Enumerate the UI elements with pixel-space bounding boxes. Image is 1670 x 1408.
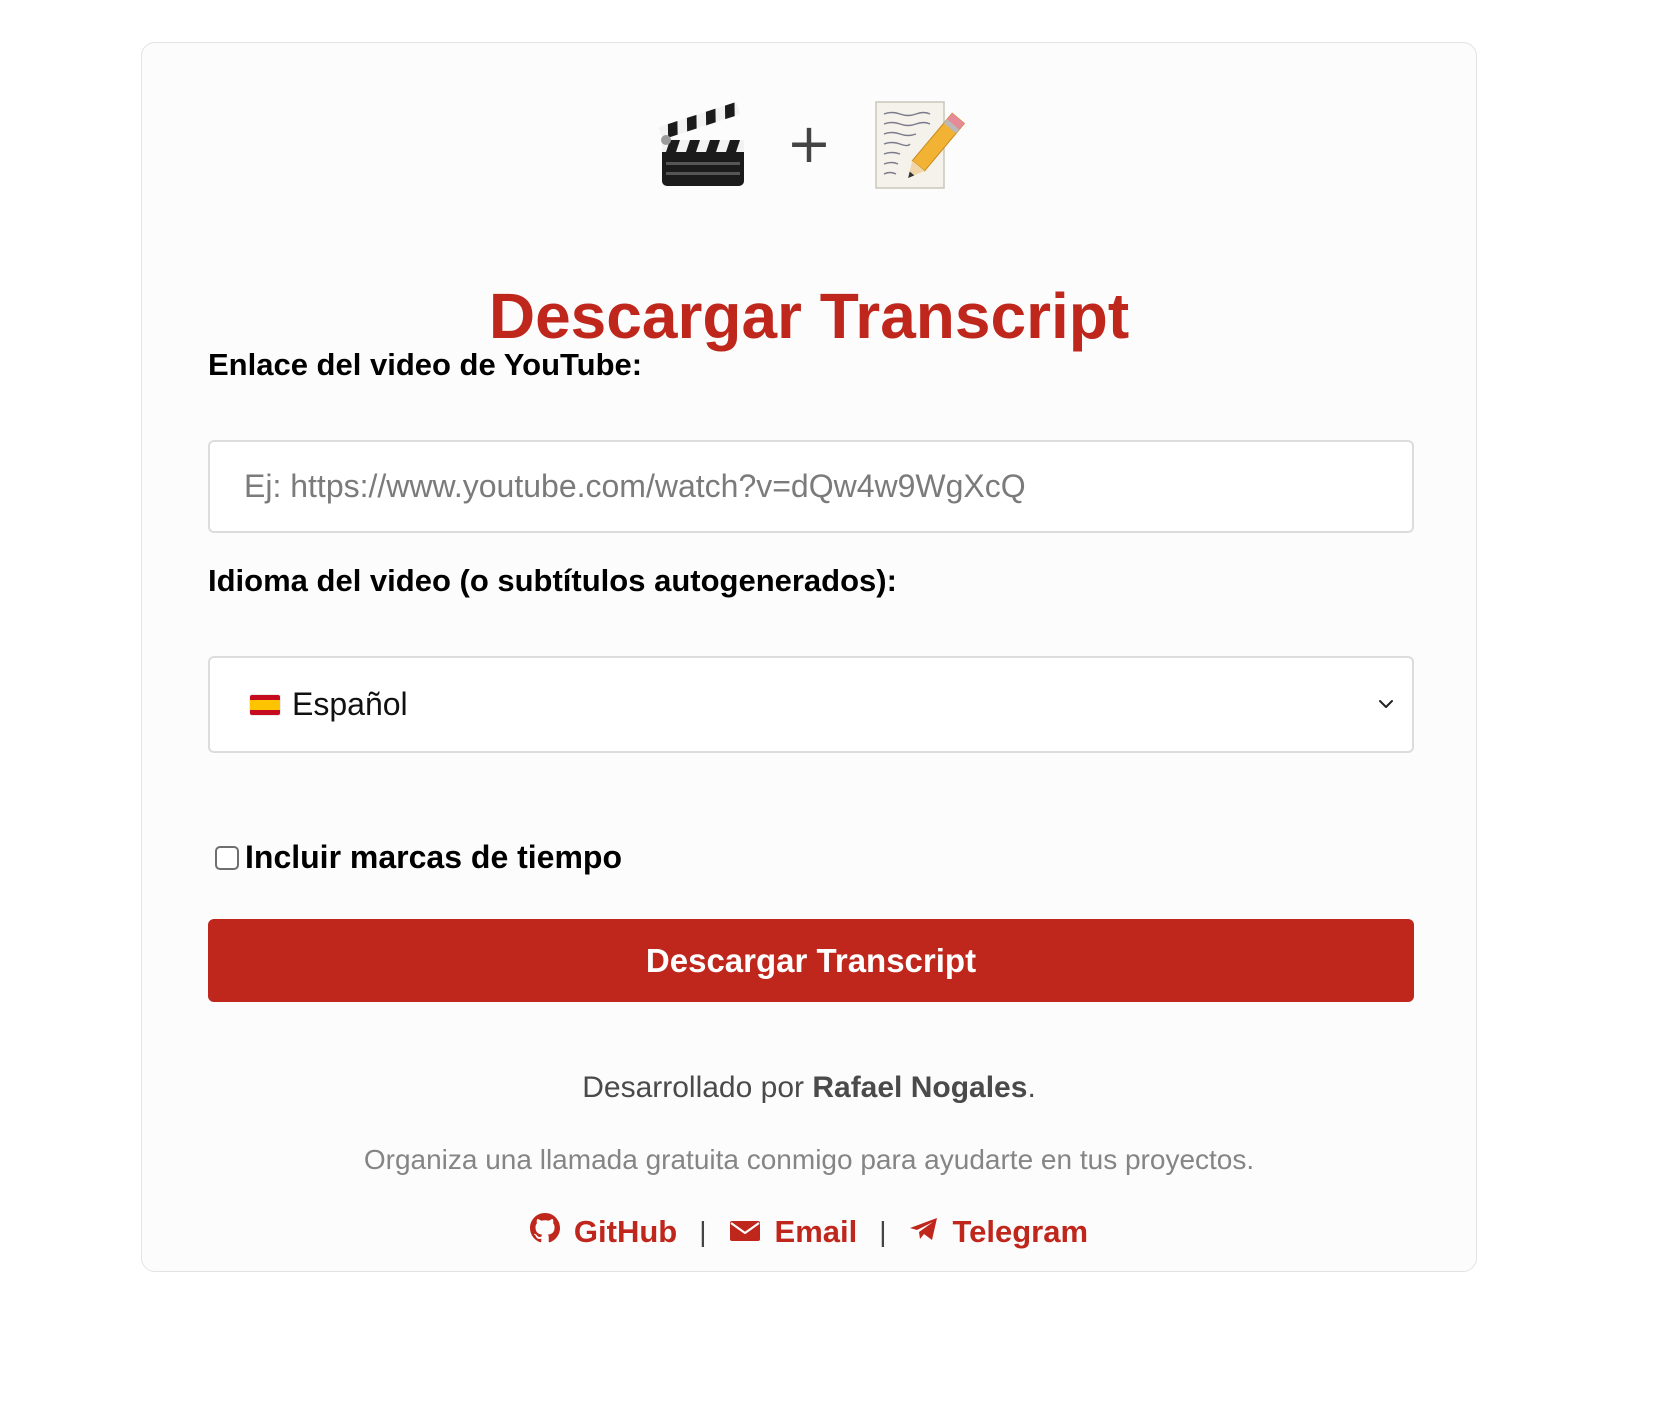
email-link-label: Email: [774, 1214, 858, 1249]
developer-name: Rafael Nogales: [812, 1071, 1028, 1104]
developer-credit: Desarrollado por Rafael Nogales.: [142, 1071, 1476, 1105]
timestamps-label[interactable]: Incluir marcas de tiempo: [245, 839, 622, 876]
page-title: Descargar Transcript: [488, 280, 1130, 352]
github-icon: [529, 1213, 560, 1251]
youtube-url-input[interactable]: [208, 440, 1414, 533]
email-link[interactable]: Email: [729, 1214, 858, 1250]
language-selected-value: Español: [292, 686, 408, 722]
developer-credit-prefix: Desarrollado por: [582, 1071, 813, 1104]
envelope-icon: [729, 1214, 761, 1250]
timestamps-checkbox[interactable]: [215, 845, 239, 870]
call-to-action-text: Organiza una llamada gratuita conmigo pa…: [363, 1144, 1255, 1175]
telegram-icon: [909, 1214, 939, 1250]
main-card: + Descargar Transcript Enlace del video …: [141, 42, 1477, 1272]
hero-icons: +: [142, 89, 1476, 199]
link-separator: |: [879, 1216, 887, 1247]
telegram-link-label: Telegram: [952, 1214, 1089, 1249]
footer-links: GitHub | Email | Telegram: [142, 1213, 1476, 1251]
chevron-down-icon: [1376, 694, 1396, 719]
timestamps-option[interactable]: Incluir marcas de tiempo: [215, 839, 622, 876]
download-transcript-button[interactable]: Descargar Transcript: [208, 919, 1414, 1002]
clapper-board-icon: [652, 94, 752, 194]
telegram-link[interactable]: Telegram: [909, 1214, 1089, 1250]
github-link[interactable]: GitHub: [529, 1213, 678, 1251]
language-label: Idioma del video (o subtítulos autogener…: [208, 563, 897, 598]
memo-pencil-icon: [866, 94, 966, 194]
spain-flag-icon: [250, 694, 280, 715]
link-separator: |: [699, 1216, 707, 1247]
plus-sign: +: [786, 112, 832, 175]
url-label: Enlace del video de YouTube:: [208, 347, 643, 382]
developer-credit-suffix: .: [1027, 1071, 1036, 1104]
language-select[interactable]: Español: [208, 656, 1414, 753]
github-link-label: GitHub: [573, 1214, 678, 1249]
